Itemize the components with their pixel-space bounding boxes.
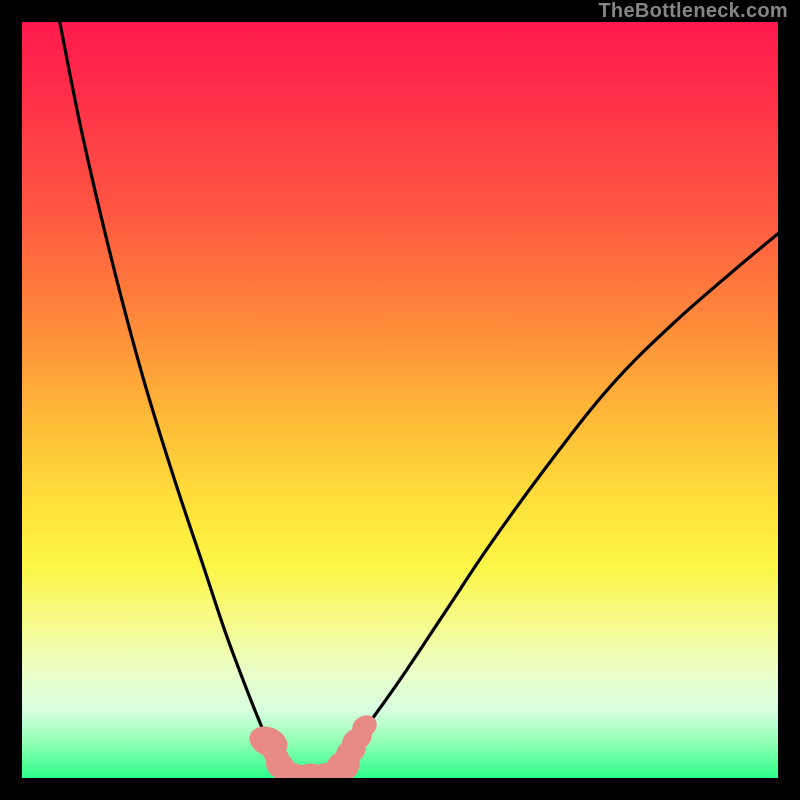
plot-frame	[22, 22, 778, 778]
beads-group	[245, 711, 381, 778]
watermark-text: TheBottleneck.com	[598, 0, 788, 23]
plot-svg	[22, 22, 778, 778]
curve-right-curve	[324, 234, 778, 778]
curve-left-curve	[60, 22, 294, 778]
curves-group	[60, 22, 778, 778]
